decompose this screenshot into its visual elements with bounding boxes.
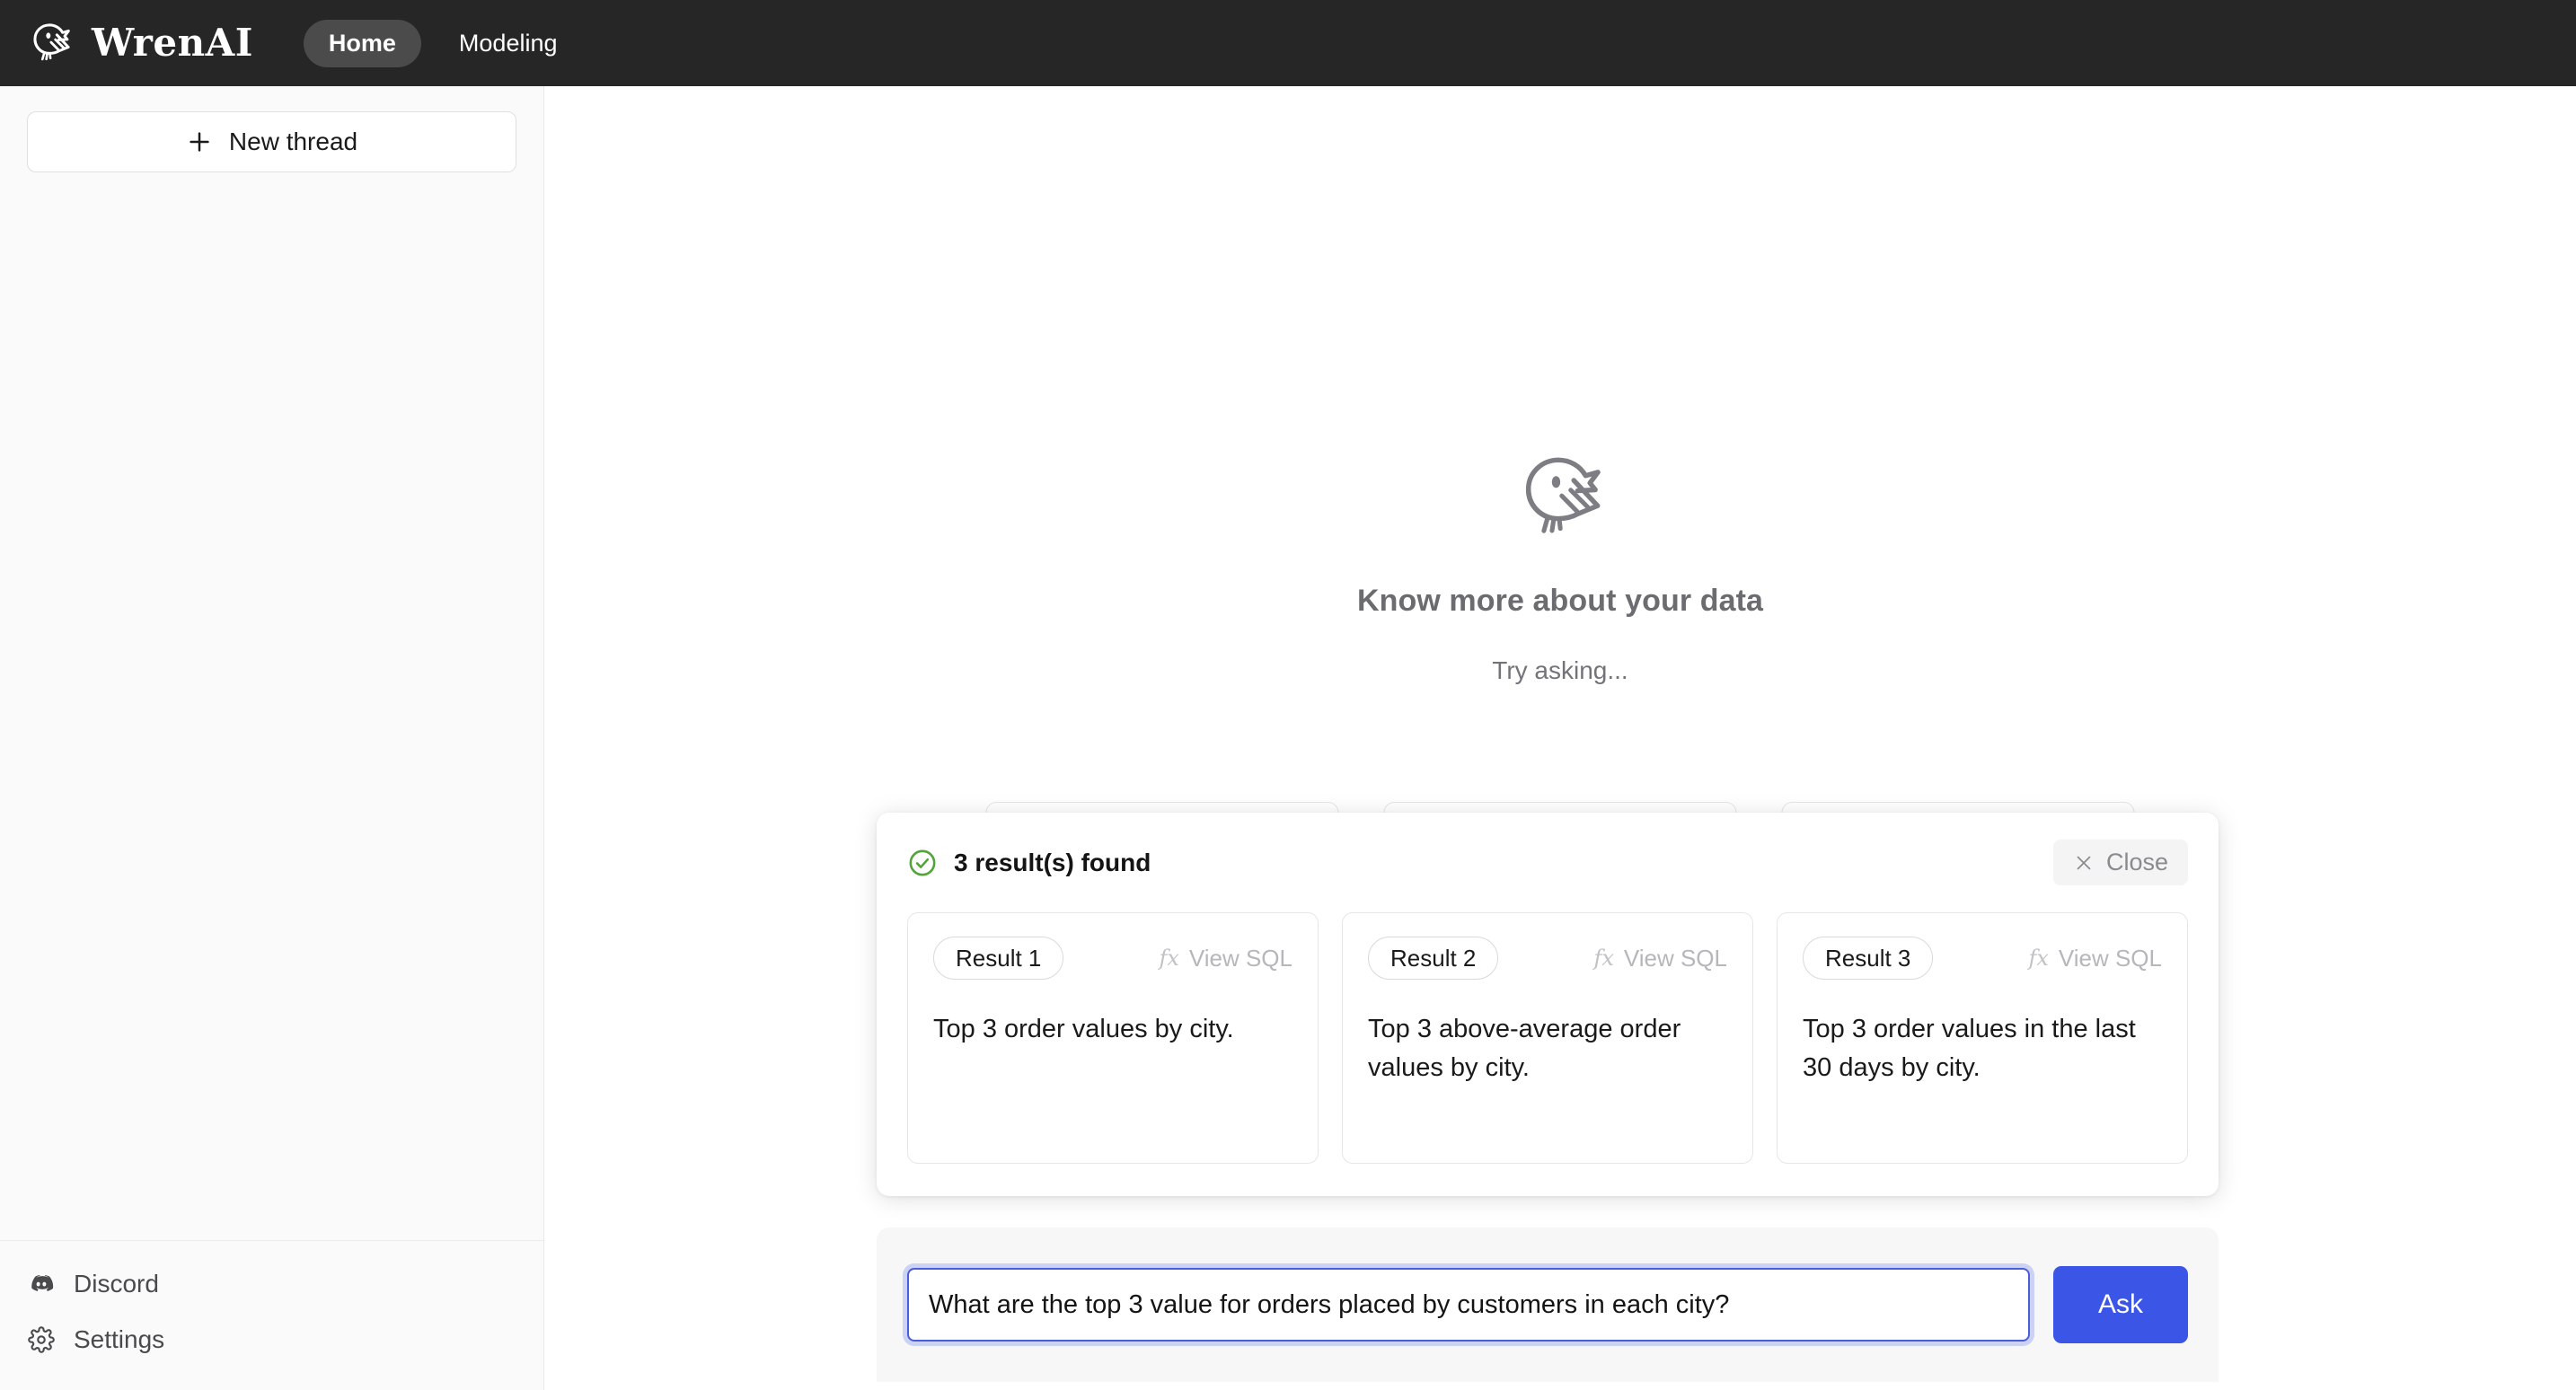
sidebar-item-settings-label: Settings [74,1325,164,1354]
result-badge: Result 2 [1368,937,1498,980]
fx-icon: fx [1593,947,1613,969]
top-header: WrenAI Home Modeling [0,0,2576,86]
close-icon [2073,852,2095,874]
thread-list [0,172,543,1240]
plus-icon [186,128,213,155]
check-circle-icon [907,848,938,878]
brand[interactable]: WrenAI [25,18,253,68]
ask-button[interactable]: Ask [2053,1266,2188,1343]
gear-icon [27,1325,56,1354]
view-sql-label: View SQL [1624,946,1727,970]
fx-icon: fx [2028,947,2048,969]
new-thread-label: New thread [229,128,357,156]
result-text: Top 3 above-average order values by city… [1368,1010,1727,1087]
result-text: Top 3 order values by city. [933,1010,1292,1049]
results-status-text: 3 result(s) found [954,849,1151,877]
result-card-header: Result 3 fx View SQL [1803,937,2162,980]
new-thread-button[interactable]: New thread [27,111,516,172]
fx-icon: fx [1159,947,1178,969]
empty-state: Know more about your data Try asking... [544,445,2576,685]
sidebar-item-discord-label: Discord [74,1270,159,1298]
close-button[interactable]: Close [2053,840,2188,885]
app-root: WrenAI Home Modeling New thread [0,0,2576,1390]
empty-state-title: Know more about your data [1357,584,1763,619]
sidebar: New thread Discord [0,86,544,1390]
result-badge: Result 1 [933,937,1063,980]
nav-item-home[interactable]: Home [304,20,421,67]
prompt-bar: Ask [877,1227,2219,1382]
results-panel: 3 result(s) found Close Result 1 fx View… [877,813,2219,1196]
close-button-label: Close [2106,850,2168,875]
empty-state-subtitle: Try asking... [1492,656,1628,685]
wren-bird-logo-icon [25,18,75,68]
result-card-header: Result 1 fx View SQL [933,937,1292,980]
sidebar-bottom: Discord Settings [0,1240,543,1390]
sidebar-item-settings[interactable]: Settings [0,1322,543,1358]
main-nav: Home Modeling [304,20,583,67]
nav-item-modeling[interactable]: Modeling [434,20,583,67]
results-panel-header: 3 result(s) found Close [907,840,2188,885]
result-card[interactable]: Result 1 fx View SQL Top 3 order values … [907,912,1319,1164]
view-sql-label: View SQL [2059,946,2162,970]
sidebar-item-discord[interactable]: Discord [0,1266,543,1302]
discord-icon [27,1270,56,1298]
results-grid: Result 1 fx View SQL Top 3 order values … [907,912,2188,1164]
result-card-header: Result 2 fx View SQL [1368,937,1727,980]
view-sql-label: View SQL [1189,946,1292,970]
view-sql-link[interactable]: fx View SQL [1593,946,1727,970]
view-sql-link[interactable]: fx View SQL [2028,946,2162,970]
brand-name: WrenAI [92,24,253,62]
result-card[interactable]: Result 2 fx View SQL Top 3 above-average… [1342,912,1753,1164]
result-card[interactable]: Result 3 fx View SQL Top 3 order values … [1777,912,2188,1164]
result-text: Top 3 order values in the last 30 days b… [1803,1010,2162,1087]
results-status: 3 result(s) found [907,848,1151,878]
wren-bird-icon [1508,445,1612,550]
question-input[interactable] [907,1268,2030,1342]
result-badge: Result 3 [1803,937,1933,980]
sidebar-top: New thread [0,86,543,172]
view-sql-link[interactable]: fx View SQL [1159,946,1292,970]
